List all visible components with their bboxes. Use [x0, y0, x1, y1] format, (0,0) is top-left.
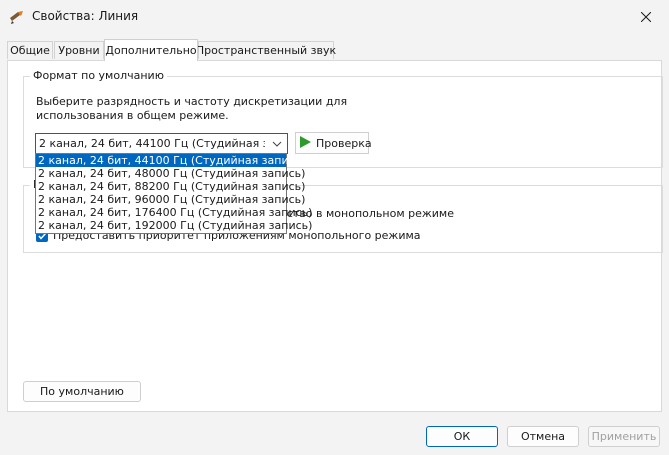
- close-button[interactable]: [623, 0, 669, 34]
- ok-button[interactable]: ОК: [426, 426, 498, 447]
- speaker-icon: [9, 9, 25, 25]
- sample-rate-option[interactable]: 2 канал, 24 бит, 88200 Гц (Студийная зап…: [36, 180, 305, 193]
- tab-levels[interactable]: Уровни: [54, 41, 104, 59]
- sample-rate-option[interactable]: 2 канал, 24 бит, 44100 Гц (Студийная зап…: [36, 154, 305, 167]
- play-icon: [298, 135, 312, 152]
- cancel-button[interactable]: Отмена: [507, 426, 579, 447]
- sample-rate-value: 2 канал, 24 бит, 44100 Гц (Студийная зап…: [39, 137, 265, 150]
- close-icon: [641, 12, 651, 22]
- default-format-label: Формат по умолчанию: [30, 69, 167, 82]
- sample-rate-option[interactable]: 2 канал, 24 бит, 96000 Гц (Студийная зап…: [36, 193, 305, 206]
- sample-rate-option[interactable]: 2 канал, 24 бит, 48000 Гц (Студийная зап…: [36, 167, 305, 180]
- apply-button[interactable]: Применить: [588, 426, 660, 447]
- chevron-down-icon: [270, 137, 284, 151]
- tab-strip: Общие Уровни Дополнительно Пространствен…: [7, 39, 662, 61]
- sample-rate-select[interactable]: 2 канал, 24 бит, 44100 Гц (Студийная зап…: [35, 133, 288, 154]
- title-bar: Свойства: Линия: [0, 0, 669, 34]
- sample-rate-option[interactable]: 2 канал, 24 бит, 176400 Гц (Студийная за…: [36, 206, 312, 219]
- tab-spatial-sound[interactable]: Пространственный звук: [196, 41, 336, 59]
- sample-rate-option[interactable]: 2 канал, 24 бит, 192000 Гц (Студийная за…: [36, 219, 312, 232]
- tab-general[interactable]: Общие: [7, 41, 53, 59]
- tab-advanced[interactable]: Дополнительно: [104, 39, 198, 61]
- test-button[interactable]: Проверка: [295, 132, 372, 154]
- restore-defaults-button[interactable]: По умолчанию: [23, 381, 141, 402]
- sample-rate-dropdown-list: 2 канал, 24 бит, 44100 Гц (Студийная зап…: [35, 153, 312, 234]
- test-button-label: Проверка: [316, 136, 372, 150]
- default-format-description: Выберите разрядность и частоту дискретиз…: [36, 95, 348, 122]
- window-title: Свойства: Линия: [32, 9, 139, 23]
- tab-panel-advanced: Формат по умолчанию Выберите разрядность…: [7, 60, 663, 412]
